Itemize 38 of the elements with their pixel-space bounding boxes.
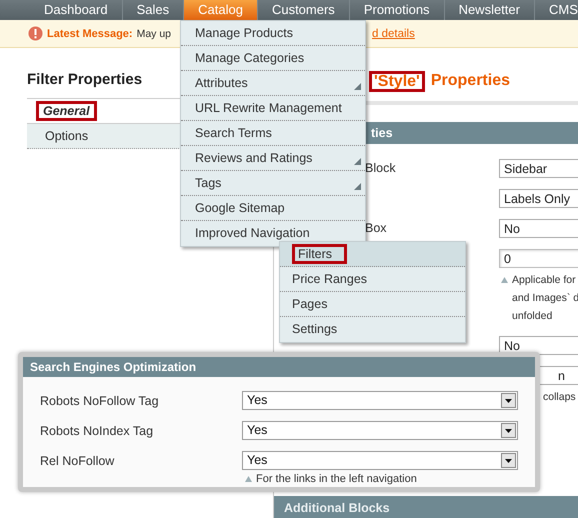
section-heading: Properties xyxy=(430,72,510,90)
message-text: May up xyxy=(136,28,172,40)
triangle-icon xyxy=(501,277,508,283)
menu-item[interactable]: Filters xyxy=(280,242,465,267)
triangle-icon xyxy=(245,476,252,482)
menu-item[interactable]: Pages xyxy=(280,292,465,317)
input-field[interactable]: 0 xyxy=(499,249,578,268)
field-label: Block xyxy=(365,161,396,175)
select-field[interactable]: No xyxy=(499,219,578,238)
message-title: Latest Message: xyxy=(47,28,133,40)
select-field[interactable]: Yes xyxy=(242,451,518,470)
field-label: Box xyxy=(365,221,387,235)
menu-item[interactable]: Tags xyxy=(181,171,365,196)
menu-item[interactable]: Reviews and Ratings xyxy=(181,146,365,171)
select-field[interactable]: Labels Only xyxy=(499,189,578,208)
hint-text: collaps xyxy=(543,390,576,405)
select-field[interactable]: Yes xyxy=(242,421,518,440)
hint-text: unfolded xyxy=(512,309,552,324)
field-label: Robots NoIndex Tag xyxy=(40,424,154,438)
menu-item[interactable]: Price Ranges xyxy=(280,267,465,292)
select-field[interactable]: Yes xyxy=(242,391,518,410)
menu-item[interactable]: URL Rewrite Management xyxy=(181,96,365,121)
warning-icon xyxy=(28,26,43,41)
menu-item[interactable]: Attributes xyxy=(181,71,365,96)
panel-title: Search Engines Optimization xyxy=(23,357,535,377)
field-label: Rel NoFollow xyxy=(40,454,116,468)
menu-item[interactable]: Search Terms xyxy=(181,121,365,146)
menu-item[interactable]: Manage Categories xyxy=(181,46,365,71)
hint-text: Applicable for xyxy=(512,273,576,288)
select-field[interactable]: Sidebar xyxy=(499,159,578,178)
menu-item[interactable]: Google Sitemap xyxy=(181,196,365,221)
highlighted-heading-word: 'Style' xyxy=(369,70,425,92)
sidebar-title: Filter Properties xyxy=(27,71,142,89)
menu-item[interactable]: Settings xyxy=(280,317,465,342)
menu-item[interactable]: Manage Products xyxy=(181,21,365,46)
hint-text: For the links in the left navigation xyxy=(256,473,417,485)
field-label: Robots NoFollow Tag xyxy=(40,394,160,408)
select-field[interactable]: No xyxy=(499,336,578,355)
